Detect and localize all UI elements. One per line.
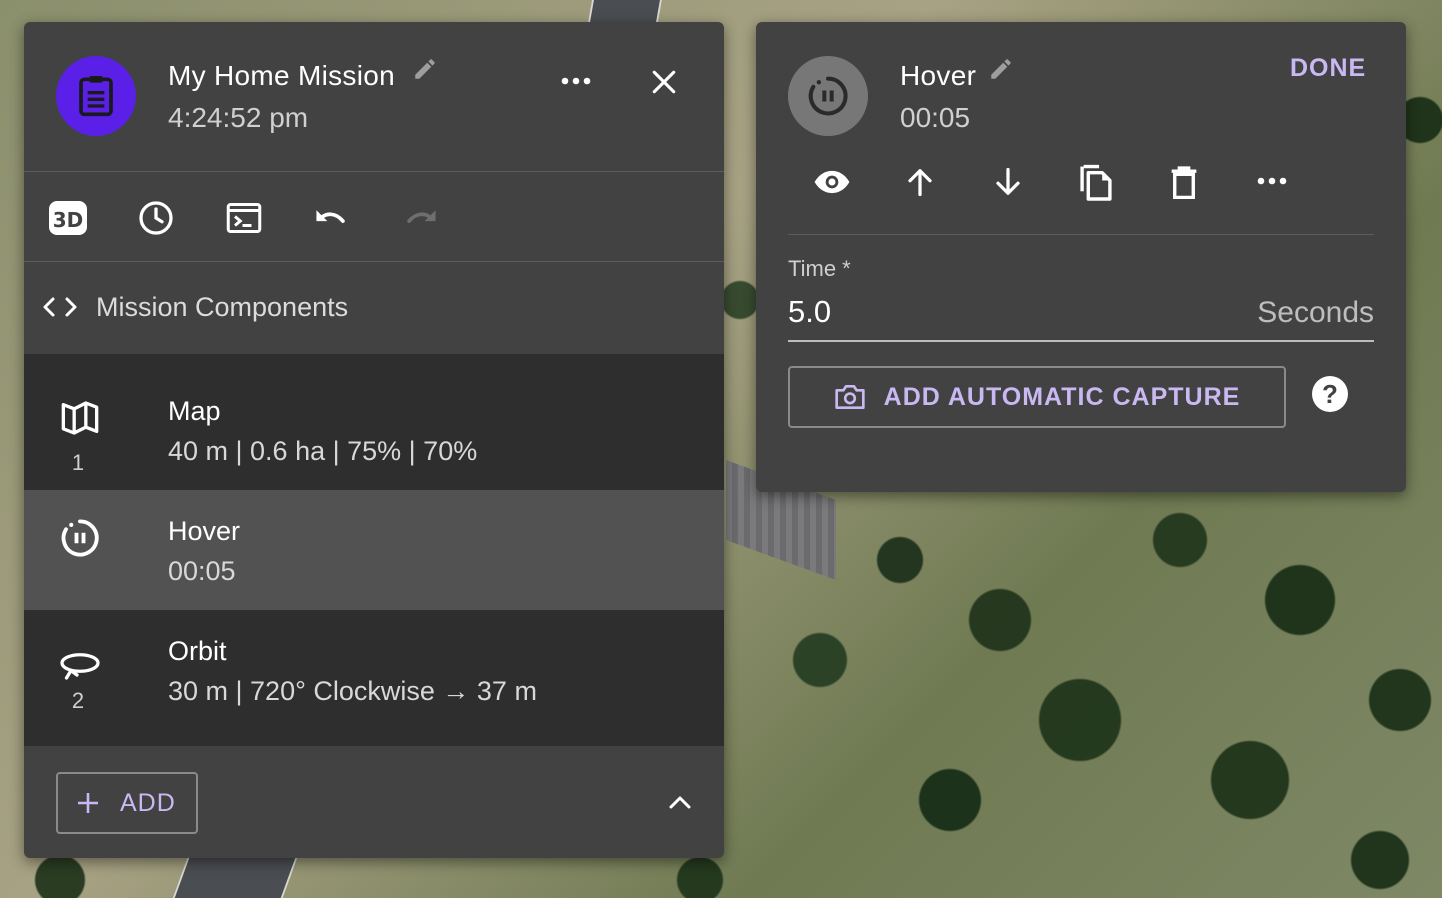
component-subtitle: 40 m | 0.6 ha | 75% | 70% [168, 436, 478, 466]
code-icon [40, 292, 80, 322]
chevron-up-icon[interactable] [660, 784, 700, 820]
orbit-icon [58, 646, 102, 686]
delete-icon[interactable] [1162, 160, 1206, 204]
arrow-down-icon[interactable] [986, 162, 1030, 202]
add-label: ADD [120, 788, 176, 817]
mission-components-header: Mission Components [24, 262, 724, 354]
hover-timer-icon [788, 56, 868, 136]
mission-header: My Home Mission 4:24:52 pm [24, 22, 724, 172]
arrow-up-icon[interactable] [898, 162, 942, 202]
section-title: Mission Components [96, 292, 349, 322]
more-horizontal-icon[interactable] [556, 66, 596, 96]
component-item-map[interactable]: 1 Map 40 m | 0.6 ha | 75% | 70% [24, 354, 724, 490]
mission-time: 4:24:52 pm [168, 102, 309, 133]
component-item-hover[interactable]: Hover 00:05 [24, 490, 724, 610]
component-title: Hover [168, 516, 241, 546]
eye-icon[interactable] [810, 162, 854, 202]
road [588, 0, 662, 22]
duplicate-icon[interactable] [1074, 160, 1118, 204]
plus-icon [78, 793, 98, 813]
pencil-icon[interactable] [412, 56, 438, 87]
redo-icon [398, 196, 442, 240]
close-icon[interactable] [644, 64, 684, 100]
done-button[interactable]: DONE [1290, 54, 1366, 83]
more-horizontal-icon[interactable] [1250, 166, 1294, 196]
capture-label: ADD AUTOMATIC CAPTURE [883, 382, 1241, 411]
mission-panel: My Home Mission 4:24:52 pm 3D Mission Co… [24, 22, 724, 858]
3d-view-icon[interactable]: 3D [46, 196, 90, 240]
mission-toolbar: 3D [24, 172, 724, 262]
component-title: Orbit [168, 636, 227, 666]
svg-text:3D: 3D [53, 208, 84, 232]
step-title: Hover [900, 60, 977, 91]
add-automatic-capture-button[interactable]: ADD AUTOMATIC CAPTURE [788, 366, 1286, 428]
road [172, 858, 298, 898]
step-detail-panel: Hover 00:05 DONE Time * 5.0 Seconds ADD … [756, 22, 1406, 492]
camera-icon [835, 385, 865, 409]
pencil-icon[interactable] [988, 56, 1014, 87]
mission-footer: ADD [24, 746, 724, 858]
undo-icon[interactable] [310, 196, 354, 240]
component-number: 1 [71, 450, 85, 475]
add-component-button[interactable]: ADD [56, 772, 198, 834]
time-field-value[interactable]: 5.0 [788, 294, 831, 330]
help-icon[interactable]: ? [1312, 376, 1348, 412]
component-subtitle: 00:05 [168, 556, 236, 586]
time-field-label: Time * [788, 256, 851, 281]
component-subtitle: 30 m | 720° Clockwise → 37 m [168, 676, 537, 706]
step-duration: 00:05 [900, 102, 971, 133]
map-icon [58, 398, 102, 438]
component-item-orbit[interactable]: 2 Orbit 30 m | 720° Clockwise → 37 m [24, 610, 724, 746]
divider [788, 234, 1374, 235]
time-field-suffix: Seconds [1257, 296, 1374, 329]
terminal-icon[interactable] [222, 196, 266, 240]
component-number: 2 [71, 688, 85, 713]
mission-title: My Home Mission [168, 60, 395, 91]
hover-timer-icon [58, 516, 102, 560]
time-field[interactable]: 5.0 Seconds [788, 288, 1374, 342]
clipboard-icon [56, 56, 136, 136]
component-title: Map [168, 396, 221, 426]
clock-icon[interactable] [134, 196, 178, 240]
